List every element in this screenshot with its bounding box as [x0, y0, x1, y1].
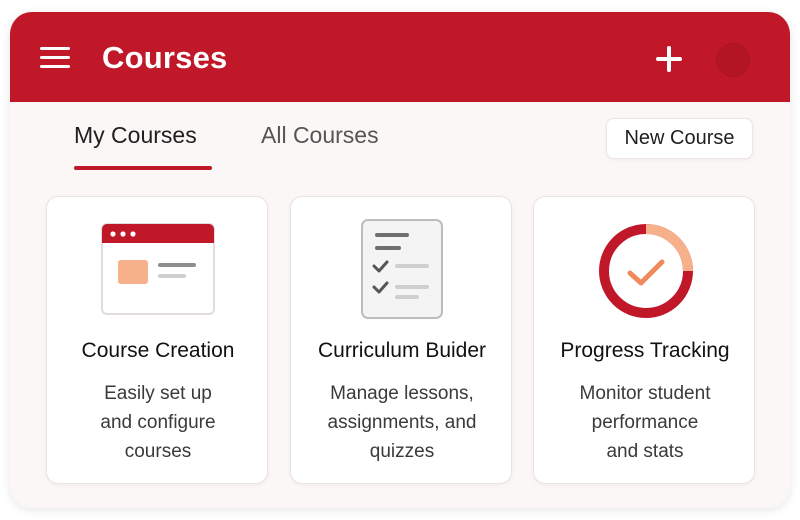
add-icon[interactable]	[655, 45, 683, 73]
progress-ring-icon	[599, 224, 693, 318]
tab-all-courses[interactable]: All Courses	[261, 122, 379, 149]
tab-bar: My Courses All Courses New Course	[10, 102, 790, 172]
page-title: Courses	[102, 40, 228, 75]
card-description: Easily set up and configure courses	[100, 383, 216, 462]
card-description: Manage lessons, assignments, and quizzes	[327, 383, 477, 462]
active-tab-indicator	[74, 166, 212, 170]
course-window-icon	[101, 223, 215, 315]
app-window: Courses My Courses All Courses New Cours…	[10, 12, 790, 508]
tab-my-courses[interactable]: My Courses	[74, 122, 197, 149]
progress-arc	[645, 224, 693, 272]
checklist-icon	[361, 219, 443, 319]
avatar[interactable]	[716, 43, 750, 77]
progress-tracking-card[interactable]: Progress Tracking Monitor student perfor…	[533, 196, 755, 484]
app-bar: Courses	[10, 12, 790, 102]
card-title: Curriculum Buider	[317, 339, 487, 362]
card-description: Monitor student performance and stats	[579, 383, 711, 462]
new-course-button[interactable]: New Course	[606, 118, 753, 159]
curriculum-builder-card[interactable]: Curriculum Buider Manage lessons, assign…	[290, 196, 512, 484]
card-title: Progress Tracking	[560, 339, 730, 362]
hamburger-menu-icon[interactable]	[40, 45, 72, 71]
card-title: Course Creation	[81, 339, 235, 362]
course-creation-card[interactable]: Course Creation Easily set up and config…	[46, 196, 268, 484]
